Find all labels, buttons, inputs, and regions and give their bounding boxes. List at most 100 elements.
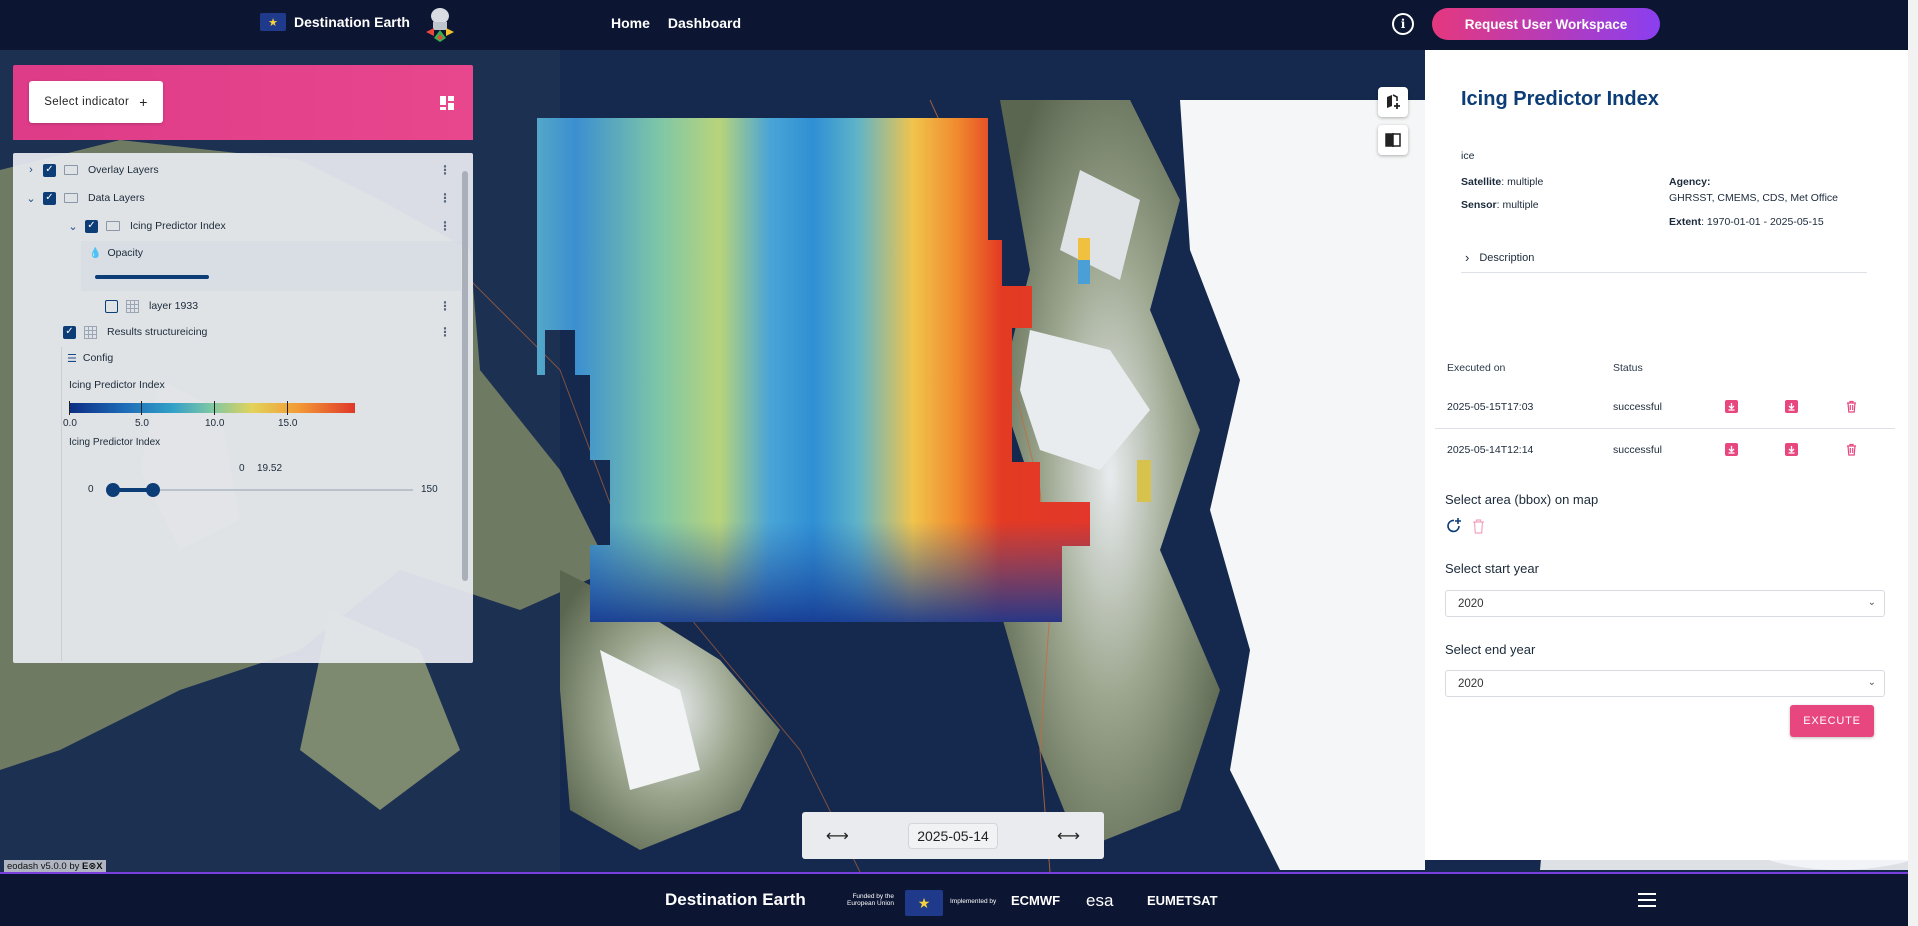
opacity-slider[interactable] xyxy=(95,275,209,279)
chevron-down-icon[interactable]: ⌄ xyxy=(25,192,37,205)
sensor-value: : multiple xyxy=(1496,199,1539,211)
download-result-icon[interactable] xyxy=(1785,443,1798,456)
legend-label-1: 5.0 xyxy=(135,418,149,429)
previous-date-icon[interactable]: ⟷ xyxy=(826,826,849,846)
panel-header: Select indicator + xyxy=(13,65,473,140)
version-text: eodash v5.0.0 by xyxy=(7,861,80,872)
add-layer-tool-button[interactable] xyxy=(1378,87,1408,117)
request-workspace-button[interactable]: Request User Workspace xyxy=(1432,8,1660,40)
time-control: ⟷ 2025-05-14 ⟷ xyxy=(802,812,1104,859)
agency-info: Agency: GHRSST, CMEMS, CDS, Met Office xyxy=(1669,176,1838,204)
raster-layer-icon xyxy=(126,299,139,313)
row2-executed: 2025-05-14T12:14 xyxy=(1447,444,1534,456)
compare-tool-button[interactable] xyxy=(1378,125,1408,155)
indicator-subtitle: ice xyxy=(1461,150,1475,162)
chevron-down-icon: ⌄ xyxy=(1867,597,1876,608)
checkbox-overlay-layers[interactable]: ✓ xyxy=(43,163,56,177)
layer-results[interactable]: ✓ Results structureicing ⋮ xyxy=(63,321,465,343)
top-bar: ★ Destination Earth Home Dashboard i Req… xyxy=(0,0,1908,50)
brand[interactable]: ★ Destination Earth xyxy=(260,13,410,31)
config-row[interactable]: ☰ Config xyxy=(67,347,507,369)
ecmwf-logo[interactable]: ECMWF xyxy=(1011,893,1060,908)
col-status: Status xyxy=(1613,362,1643,374)
compare-icon xyxy=(1385,133,1401,147)
legend-label-3: 15.0 xyxy=(278,418,298,429)
hamburger-menu-icon[interactable] xyxy=(1638,893,1656,907)
extent-value: : 1970-01-01 - 2025-05-15 xyxy=(1701,216,1824,228)
esa-logo[interactable]: esa xyxy=(1086,891,1113,911)
indicator-panel: Icing Predictor Index ice Satellite: mul… xyxy=(1425,50,1908,860)
divider xyxy=(61,347,62,661)
destine-robot-icon xyxy=(426,8,454,42)
raster-layer-icon xyxy=(84,325,97,339)
legend-tick-1 xyxy=(141,401,142,415)
icing-layer-label: Icing Predictor Index xyxy=(130,220,226,232)
download-icon[interactable] xyxy=(1725,400,1738,413)
config-label: Config xyxy=(82,352,114,364)
overlay-layers-label: Overlay Layers xyxy=(88,164,159,176)
checkbox-layer-1933[interactable] xyxy=(105,299,118,313)
layer-group-data[interactable]: ⌄ ✓ Data Layers ⋮ xyxy=(25,187,465,209)
legend-tick-3 xyxy=(287,401,288,415)
panel-scrollbar[interactable] xyxy=(462,171,468,581)
start-year-value: 2020 xyxy=(1458,597,1484,610)
more-options-icon[interactable]: ⋮ xyxy=(439,219,451,233)
legend-tick-2 xyxy=(214,401,215,415)
eumetsat-logo[interactable]: EUMETSAT xyxy=(1147,893,1218,908)
description-label: Description xyxy=(1479,251,1535,264)
checkbox-data-layers[interactable]: ✓ xyxy=(43,191,56,205)
satellite-value: : multiple xyxy=(1501,176,1544,188)
legend-title: Icing Predictor Index xyxy=(69,379,165,391)
range-slider-handle-high[interactable] xyxy=(146,483,160,497)
page-scrollbar[interactable] xyxy=(1908,0,1918,926)
app: ★ Destination Earth Home Dashboard i Req… xyxy=(0,0,1918,926)
opacity-control: 💧 Opacity xyxy=(81,241,461,291)
start-year-select[interactable]: 2020 ⌄ xyxy=(1445,590,1885,617)
delete-icon[interactable] xyxy=(1845,443,1858,456)
results-layer-label: Results structureicing xyxy=(107,326,208,338)
layer-group-overlay[interactable]: › ✓ Overlay Layers ⋮ xyxy=(25,159,465,181)
plus-icon: + xyxy=(139,94,148,110)
agency-label: Agency xyxy=(1669,176,1707,188)
nav-home[interactable]: Home xyxy=(611,15,650,31)
checkbox-icing-predictor[interactable]: ✓ xyxy=(85,219,98,233)
info-icon[interactable]: i xyxy=(1392,13,1414,35)
execute-button[interactable]: EXECUTE xyxy=(1790,705,1874,737)
more-options-icon[interactable]: ⋮ xyxy=(439,163,451,177)
checkbox-results[interactable]: ✓ xyxy=(63,325,76,339)
legend-label-2: 10.0 xyxy=(205,418,225,429)
chevron-right-icon: › xyxy=(1465,250,1470,265)
select-indicator-button[interactable]: Select indicator + xyxy=(29,81,163,123)
legend-tick-0 xyxy=(69,401,70,415)
next-date-icon[interactable]: ⟷ xyxy=(1057,826,1080,846)
download-icon[interactable] xyxy=(1725,443,1738,456)
download-result-icon[interactable] xyxy=(1785,400,1798,413)
chevron-right-icon[interactable]: › xyxy=(25,164,37,176)
eox-logo[interactable]: E⊗X xyxy=(82,861,103,872)
range-slider-handle-low[interactable] xyxy=(106,483,120,497)
end-year-select[interactable]: 2020 ⌄ xyxy=(1445,670,1885,697)
date-picker[interactable]: 2025-05-14 xyxy=(908,822,998,849)
layer-icing-predictor[interactable]: ⌄ ✓ Icing Predictor Index ⋮ xyxy=(67,215,465,237)
delete-bbox-icon[interactable] xyxy=(1471,518,1486,534)
folder-icon xyxy=(106,221,120,231)
more-options-icon[interactable]: ⋮ xyxy=(439,325,451,339)
satellite-info: Satellite: multiple xyxy=(1461,176,1543,188)
end-year-title: Select end year xyxy=(1445,642,1536,657)
range-max-label: 150 xyxy=(421,484,438,495)
description-toggle[interactable]: › Description xyxy=(1465,250,1865,265)
nav-dashboard[interactable]: Dashboard xyxy=(668,15,741,31)
row1-executed: 2025-05-15T17:03 xyxy=(1447,401,1534,413)
chevron-down-icon[interactable]: ⌄ xyxy=(67,220,79,233)
sensor-info: Sensor: multiple xyxy=(1461,199,1539,211)
extent-info: Extent: 1970-01-01 - 2025-05-15 xyxy=(1669,216,1824,228)
more-options-icon[interactable]: ⋮ xyxy=(439,299,451,313)
satellite-label: Satellite xyxy=(1461,176,1502,188)
more-options-icon[interactable]: ⋮ xyxy=(439,191,451,205)
delete-icon[interactable] xyxy=(1845,400,1858,413)
footer-title: Destination Earth xyxy=(665,890,806,909)
draw-bbox-icon[interactable] xyxy=(1445,517,1463,535)
dashboard-layout-icon[interactable] xyxy=(439,95,455,111)
layer-1933[interactable]: layer 1933 ⋮ xyxy=(105,295,465,317)
start-year-title: Select start year xyxy=(1445,561,1539,576)
